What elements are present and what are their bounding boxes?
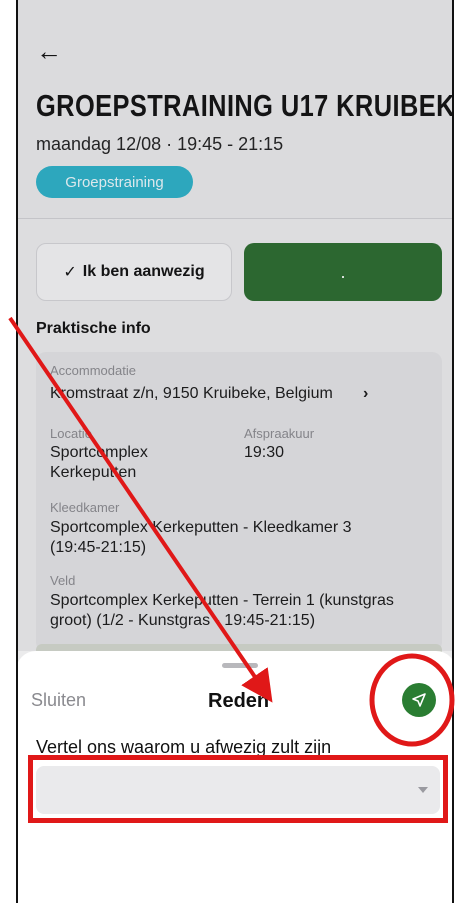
sheet-title: Reden	[208, 690, 270, 712]
sheet-drag-handle[interactable]	[222, 663, 258, 668]
dim-overlay	[18, 0, 452, 651]
annotation-highlight-box	[28, 755, 448, 823]
send-button[interactable]	[402, 683, 436, 717]
close-button[interactable]: Sluiten	[31, 690, 86, 711]
send-icon	[412, 693, 426, 707]
